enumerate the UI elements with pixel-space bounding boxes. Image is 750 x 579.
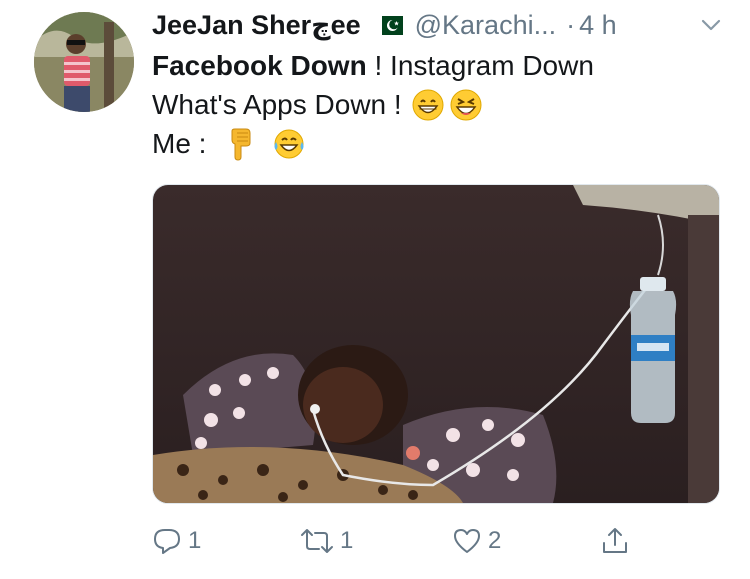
like-button[interactable]: 2 <box>452 526 501 556</box>
reply-button[interactable]: 1 <box>152 526 201 556</box>
pointing-down-emoji <box>231 128 251 161</box>
tweet-line-2: What's Apps Down ! <box>152 85 594 124</box>
reply-count: 1 <box>188 527 202 554</box>
tweet-text: Facebook Down ! Instagram Down What's Ap… <box>152 46 594 163</box>
tweet-media-image[interactable] <box>152 184 720 504</box>
avatar-photo <box>34 12 134 112</box>
share-button[interactable] <box>600 526 630 556</box>
tweet-header: JeeJan Sherچee @Karachi... · 4 h <box>152 8 730 42</box>
retweet-button[interactable]: 1 <box>300 526 353 556</box>
heart-icon <box>454 529 480 553</box>
tweet-line-1-rest: ! Instagram Down <box>366 50 594 81</box>
time-separator: · <box>566 9 576 40</box>
laughing-squinting-emoji <box>450 89 482 120</box>
tears-of-joy-emoji <box>274 129 304 158</box>
tweet-line-1: Facebook Down ! Instagram Down <box>152 46 594 85</box>
avatar[interactable] <box>34 12 134 112</box>
author-handle[interactable]: @Karachi... <box>415 10 556 41</box>
tweet-time[interactable]: 4 h <box>579 10 617 41</box>
grinning-face-emoji <box>412 89 444 120</box>
chevron-down-icon[interactable] <box>698 12 724 38</box>
retweet-icon <box>301 529 333 553</box>
pakistan-flag-icon <box>374 15 403 35</box>
share-icon <box>603 528 627 553</box>
photo-sleeping-with-earphones <box>153 185 719 503</box>
tweet-line-3: Me : <box>152 124 594 163</box>
tweet-line-2-text: What's Apps Down ! <box>152 89 402 120</box>
author-name[interactable]: JeeJan Sherچee <box>152 10 361 41</box>
tweet-line-3-text: Me : <box>152 128 207 159</box>
tweet-bold-text: Facebook Down <box>152 50 367 81</box>
like-count: 2 <box>488 527 502 554</box>
reply-icon <box>154 529 180 554</box>
retweet-count: 1 <box>340 527 354 554</box>
tweet-actions: 1 1 2 <box>152 526 642 564</box>
